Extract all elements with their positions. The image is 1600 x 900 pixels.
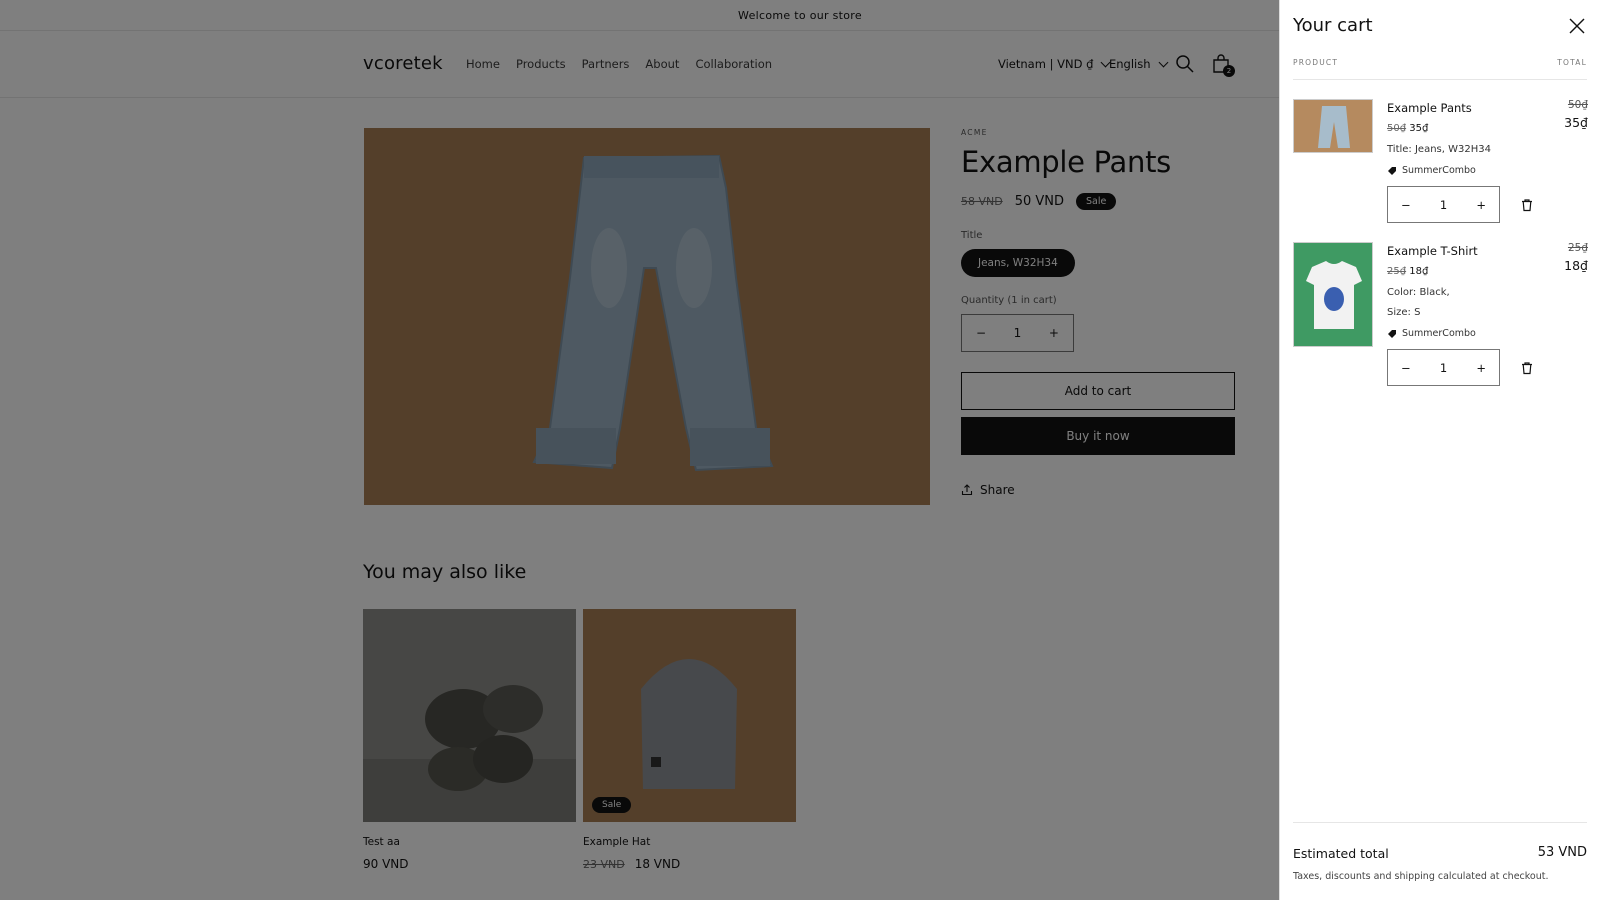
plus-icon[interactable]: + — [1476, 361, 1486, 375]
cart-item-name[interactable]: Example Pants — [1387, 101, 1472, 115]
cart-item-price-new: 35₫ — [1409, 123, 1429, 134]
cart-item-price: 25₫ 18₫ — [1387, 266, 1428, 277]
cart-item: Example T-Shirt 25₫ 18₫ Color: Black, Si… — [1293, 242, 1588, 392]
column-product: PRODUCT — [1293, 58, 1339, 67]
cart-item: Example Pants 50₫ 35₫ Title: Jeans, W32H… — [1293, 99, 1588, 224]
minus-icon[interactable]: − — [1401, 198, 1411, 212]
quantity-input[interactable]: 1 — [1440, 361, 1447, 375]
quantity-stepper: − 1 + — [1387, 186, 1500, 223]
trash-icon[interactable] — [1520, 197, 1534, 212]
cart-item-option: Size: S — [1387, 307, 1421, 318]
cart-item-total-old: 50₫ — [1567, 99, 1588, 111]
cart-item-price-old: 25₫ — [1387, 266, 1407, 277]
cart-item-total: 35₫ — [1564, 115, 1588, 130]
close-icon[interactable] — [1568, 17, 1586, 35]
discount-code: SummerCombo — [1402, 165, 1476, 176]
trash-icon[interactable] — [1520, 360, 1534, 375]
cart-item-price-new: 18₫ — [1409, 266, 1429, 277]
tag-icon — [1388, 329, 1396, 338]
plus-icon[interactable]: + — [1476, 198, 1486, 212]
cart-drawer: Your cart PRODUCT TOTAL Example Pants 50… — [1279, 0, 1600, 900]
cart-item-discount: SummerCombo — [1387, 165, 1476, 176]
cart-title: Your cart — [1293, 15, 1373, 36]
discount-code: SummerCombo — [1402, 328, 1476, 339]
cart-table-header: PRODUCT TOTAL — [1293, 58, 1587, 80]
minus-icon[interactable]: − — [1401, 361, 1411, 375]
cart-item-option: Color: Black, — [1387, 287, 1450, 298]
cart-item-name[interactable]: Example T-Shirt — [1387, 244, 1478, 258]
quantity-stepper: − 1 + — [1387, 349, 1500, 386]
cart-item-image[interactable] — [1293, 99, 1373, 153]
cart-item-image[interactable] — [1293, 242, 1373, 347]
cart-item-price: 50₫ 35₫ — [1387, 123, 1428, 134]
cart-item-price-old: 50₫ — [1387, 123, 1407, 134]
quantity-input[interactable]: 1 — [1440, 198, 1447, 212]
cart-item-total: 18₫ — [1564, 258, 1588, 273]
estimated-total-label: Estimated total — [1293, 846, 1389, 861]
cart-item-discount: SummerCombo — [1387, 328, 1476, 339]
tag-icon — [1388, 166, 1396, 175]
cart-item-option: Title: Jeans, W32H34 — [1387, 144, 1491, 155]
cart-item-total-old: 25₫ — [1567, 242, 1588, 254]
footer-divider — [1293, 822, 1587, 823]
tax-note: Taxes, discounts and shipping calculated… — [1293, 871, 1549, 882]
estimated-total-value: 53 VND — [1537, 845, 1587, 860]
column-total: TOTAL — [1557, 58, 1587, 67]
